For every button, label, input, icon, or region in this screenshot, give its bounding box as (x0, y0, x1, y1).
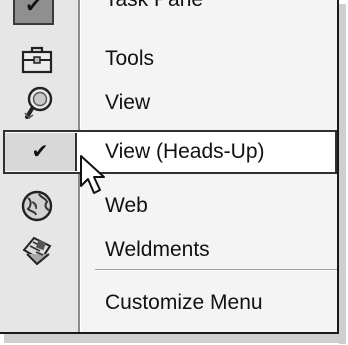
menu-shadow-right (339, 4, 346, 344)
menu-item-task-pane[interactable]: ✔ Task Pane (0, 0, 337, 25)
menu-item-label: Task Pane (105, 0, 203, 12)
magnifier-icon (19, 85, 55, 121)
weldment-icon (19, 232, 55, 268)
menu-item-web[interactable]: Web (0, 184, 337, 228)
context-menu: ✔ Task Pane Tools View ✔ (0, 0, 339, 334)
menu-divider (95, 269, 337, 271)
mouse-pointer-icon (80, 155, 105, 194)
menu-item-label: Web (105, 194, 148, 217)
menu-item-customize[interactable]: Customize Menu (0, 281, 337, 325)
menu-shadow-bottom (4, 334, 346, 343)
menu-item-tools[interactable]: Tools (0, 37, 337, 81)
menu-item-label: Tools (105, 47, 155, 70)
menu-item-label: Customize Menu (105, 291, 263, 314)
menu-item-label: View (Heads-Up) (105, 140, 265, 163)
menu-item-view[interactable]: View (0, 81, 337, 125)
menu-item-view-heads-up[interactable]: View (Heads-Up) (0, 130, 337, 174)
menu-item-label: View (105, 91, 151, 114)
globe-icon (19, 188, 55, 224)
menu-item-label: Weldments (105, 238, 210, 261)
checkbox-checked-icon: ✔ (13, 0, 54, 25)
toolbox-icon (19, 41, 55, 77)
menu-item-weldments[interactable]: Weldments (0, 228, 337, 272)
